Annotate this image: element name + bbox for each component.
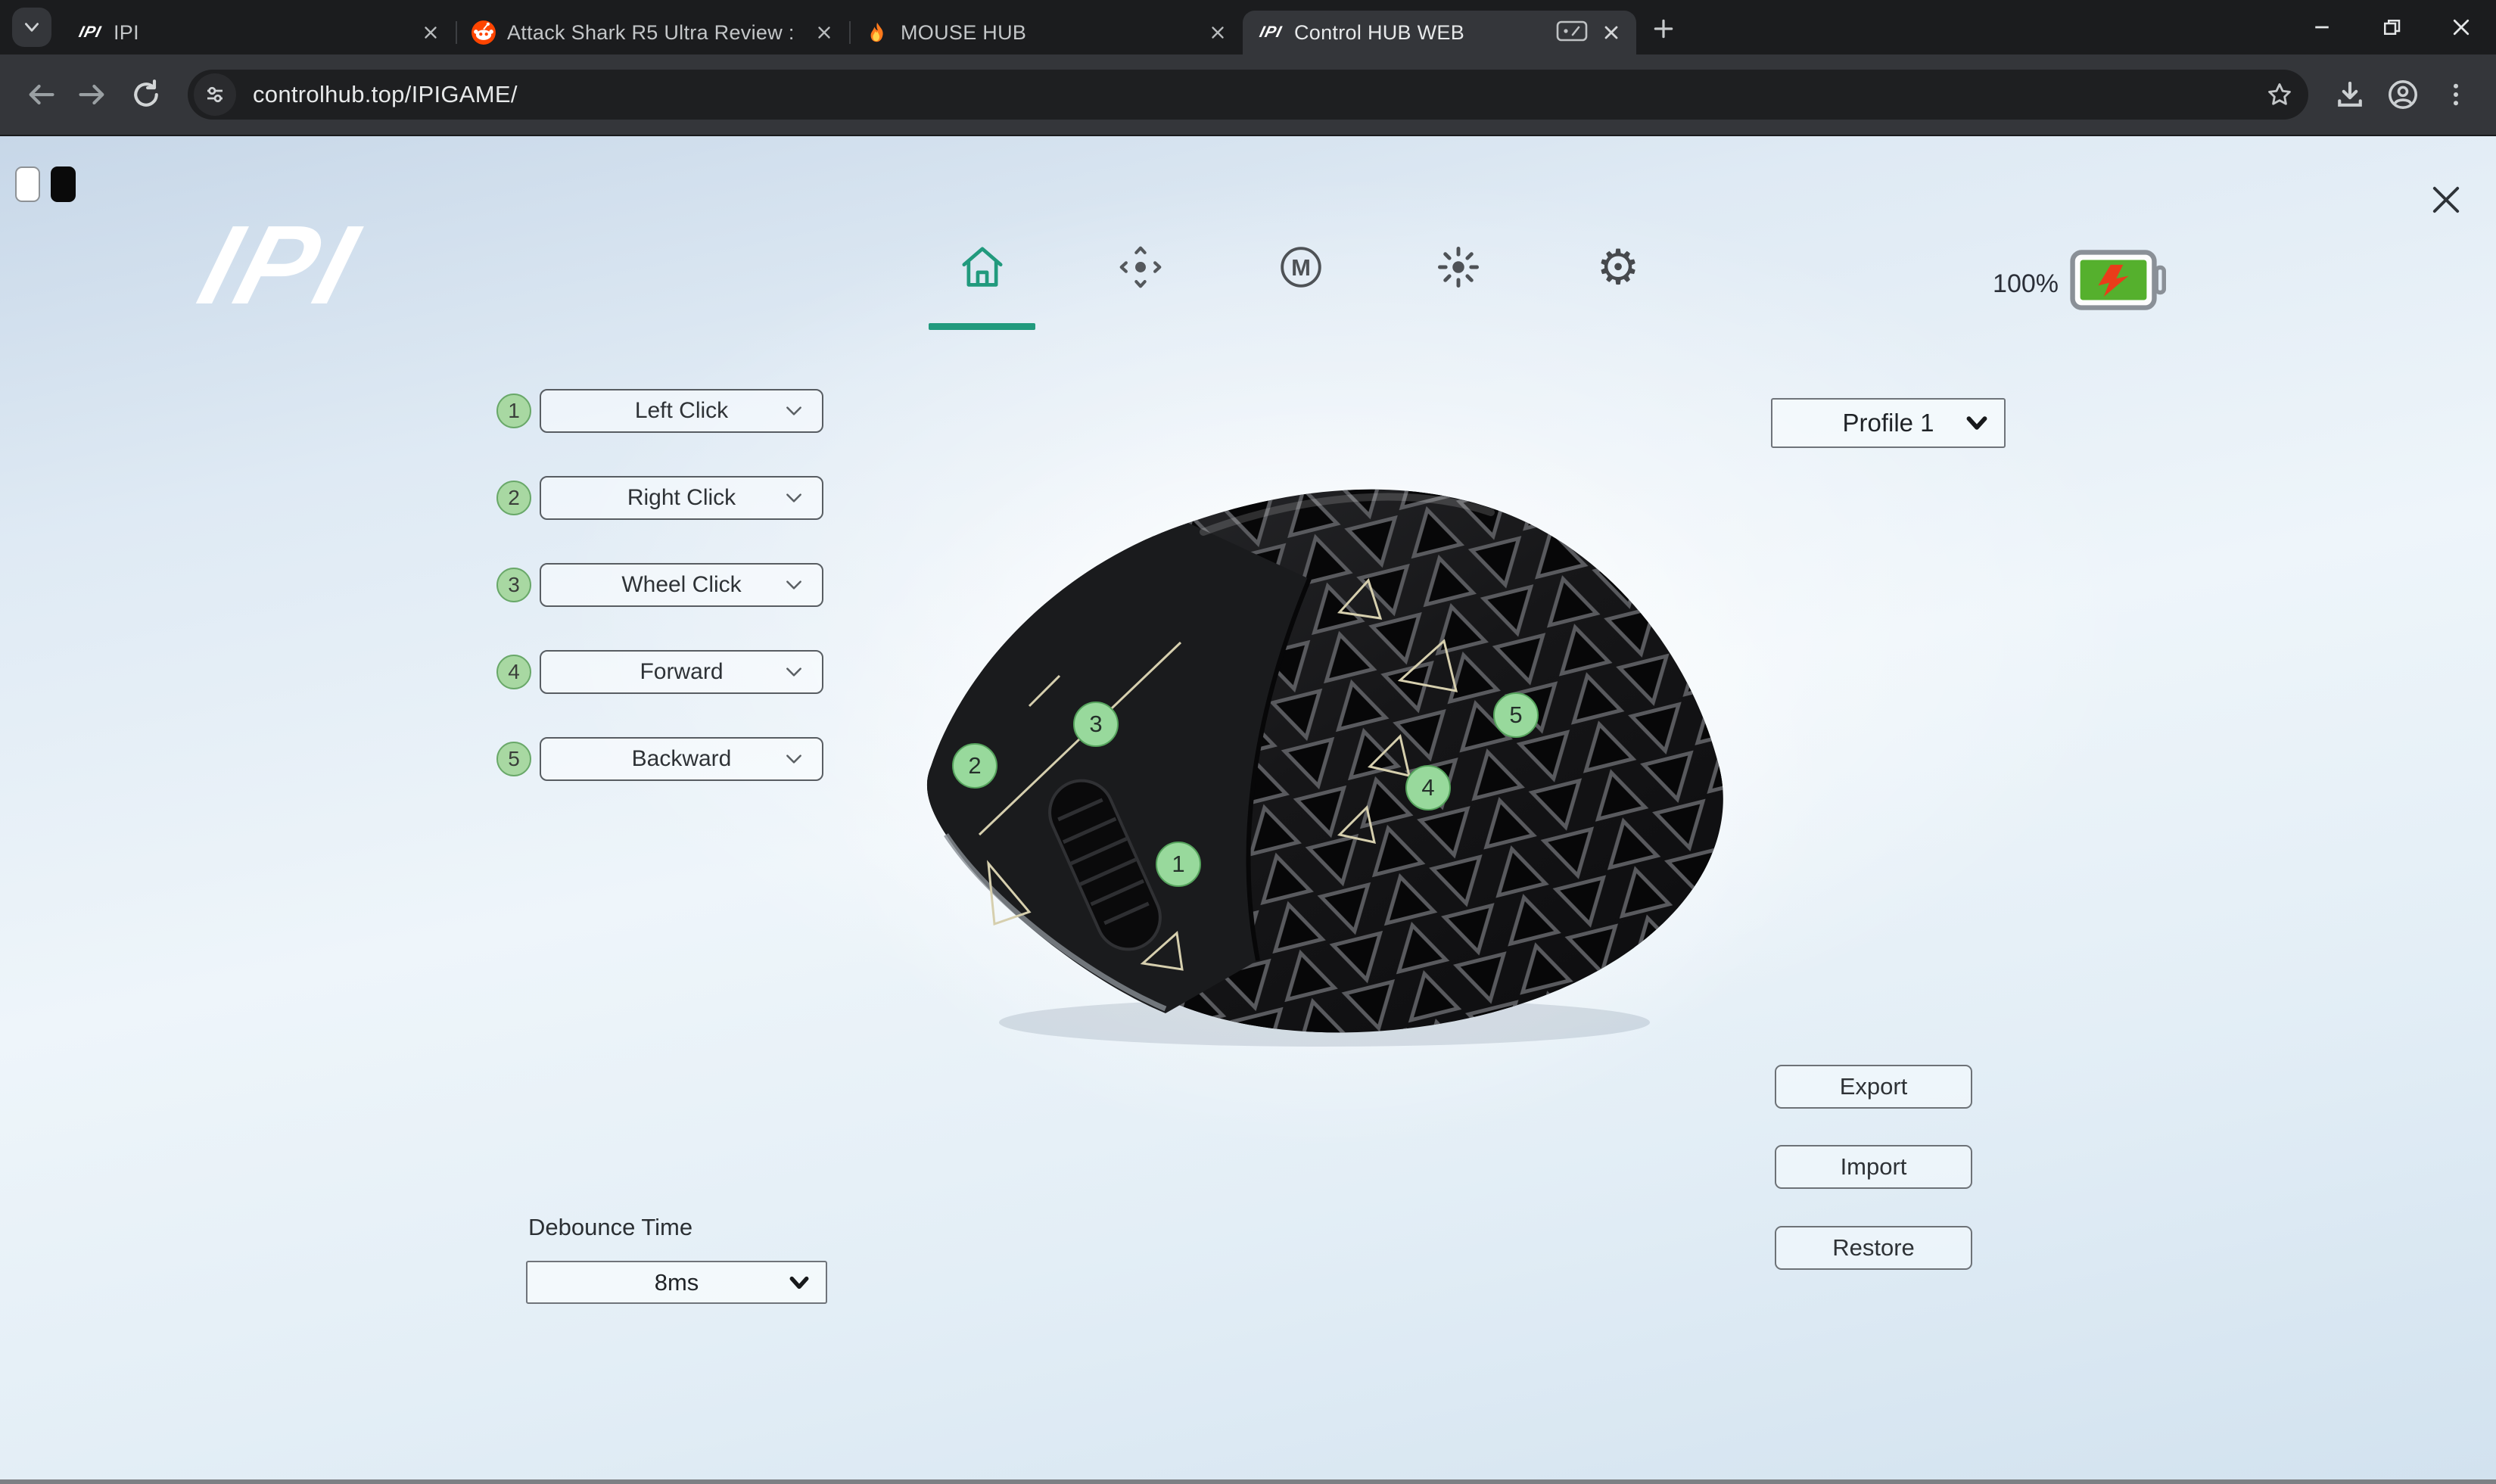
mouse-marker-3: 3 [1073, 702, 1119, 747]
page-close-button[interactable] [2425, 179, 2467, 221]
forward-button[interactable] [70, 71, 117, 118]
close-icon[interactable] [1205, 20, 1231, 45]
mouse-marker-5: 5 [1493, 692, 1539, 738]
settings-gear-icon: ⚙ [1596, 243, 1639, 291]
browser-toolbar: controlhub.top/IPIGAME/ [0, 54, 2496, 135]
binding-select-5[interactable]: Backward [540, 737, 823, 781]
nav-active-underline [929, 323, 1035, 330]
chevron-down-icon [22, 17, 42, 37]
chevron-down-icon [784, 664, 804, 680]
tab-title: IPI [114, 21, 407, 45]
nav-lighting-tab[interactable] [1432, 241, 1485, 294]
home-icon [957, 242, 1007, 292]
nav-dpi-tab[interactable] [1114, 241, 1167, 294]
profile-avatar-icon[interactable] [2379, 71, 2426, 118]
minimize-button[interactable] [2287, 0, 2357, 54]
ipi-logo-icon: IPI [74, 20, 106, 45]
binding-select-4[interactable]: Forward [540, 650, 823, 694]
svg-text:M: M [1291, 254, 1311, 281]
chevron-down-icon [784, 403, 804, 418]
window-controls [2287, 0, 2496, 54]
dpi-pointer-icon [1117, 244, 1164, 291]
export-button[interactable]: Export [1775, 1065, 1972, 1109]
back-button[interactable] [17, 71, 64, 118]
url-text[interactable]: controlhub.top/IPIGAME/ [253, 81, 2258, 108]
tab-mouse-hub[interactable]: MOUSE HUB [849, 11, 1243, 54]
battery-percent: 100% [1922, 269, 2059, 299]
chevron-down-icon [784, 490, 804, 506]
lighting-sun-icon [1435, 244, 1482, 291]
macro-m-icon: M [1278, 244, 1324, 291]
address-bar[interactable]: controlhub.top/IPIGAME/ [188, 70, 2308, 120]
binding-badge-2: 2 [496, 481, 531, 515]
nav-home-tab[interactable] [956, 241, 1009, 294]
tab-title: Control HUB WEB [1294, 21, 1545, 45]
import-button[interactable]: Import [1775, 1145, 1972, 1189]
browser-menu-button[interactable] [2432, 71, 2479, 118]
site-settings-icon[interactable] [194, 73, 236, 116]
downloads-button[interactable] [2326, 71, 2373, 118]
binding-value: Right Click [627, 485, 736, 511]
binding-badge-3: 3 [496, 568, 531, 602]
flame-icon [864, 20, 890, 45]
binding-select-3[interactable]: Wheel Click [540, 563, 823, 607]
binding-value: Wheel Click [621, 572, 741, 598]
binding-select-2[interactable]: Right Click [540, 476, 823, 520]
controlhub-page: IPI M [0, 135, 2496, 1479]
color-swatch-white[interactable] [15, 166, 40, 202]
close-icon[interactable] [1598, 20, 1624, 45]
tab-ipi[interactable]: IPI IPI [62, 11, 456, 54]
binding-badge-4: 4 [496, 655, 531, 689]
mouse-marker-2: 2 [952, 743, 997, 789]
chevron-down-icon [1966, 415, 1987, 431]
battery-charging-icon [2069, 247, 2166, 317]
binding-value: Backward [632, 746, 732, 772]
restore-window-button[interactable] [2357, 0, 2426, 54]
mouse-marker-4: 4 [1405, 765, 1451, 810]
close-window-button[interactable] [2426, 0, 2496, 54]
binding-badge-5: 5 [496, 742, 531, 776]
profile-value: Profile 1 [1842, 409, 1934, 437]
ipi-logo-icon: IPI [1255, 20, 1287, 45]
ipi-logo: IPI [120, 209, 440, 322]
binding-select-1[interactable]: Left Click [540, 389, 823, 433]
tab-title: Attack Shark R5 Ultra Review : r [507, 21, 801, 45]
close-icon[interactable] [811, 20, 837, 45]
tab-search-button[interactable] [12, 8, 51, 47]
chevron-down-icon [784, 751, 804, 767]
tab-title: MOUSE HUB [901, 21, 1194, 45]
restore-button[interactable]: Restore [1775, 1226, 1972, 1270]
nav-settings-tab[interactable]: ⚙ [1592, 241, 1645, 294]
close-icon[interactable] [418, 20, 443, 45]
mouse-image [916, 479, 1735, 1053]
reddit-icon [471, 20, 496, 45]
nav-macro-tab[interactable]: M [1274, 241, 1327, 294]
chevron-down-icon [784, 577, 804, 593]
tab-media-indicator-icon [1556, 20, 1588, 46]
binding-value: Forward [640, 659, 723, 685]
debounce-time-label: Debounce Time [528, 1214, 692, 1241]
binding-value: Left Click [635, 398, 728, 424]
tab-control-hub-web[interactable]: IPI Control HUB WEB [1243, 11, 1636, 54]
color-swatch-black[interactable] [51, 166, 76, 202]
mouse-marker-1: 1 [1156, 842, 1201, 887]
window-bottom-edge [0, 1479, 2496, 1484]
close-icon [2426, 180, 2466, 219]
binding-badge-1: 1 [496, 394, 531, 428]
tab-bar: IPI IPI Attack Shark R5 Ultra Review : r [0, 0, 2496, 54]
bookmark-star-icon[interactable] [2258, 73, 2301, 116]
tab-attack-shark-review[interactable]: Attack Shark R5 Ultra Review : r [456, 11, 849, 54]
new-tab-button[interactable] [1644, 9, 1683, 48]
chevron-down-icon [789, 1275, 809, 1290]
debounce-value: 8ms [655, 1269, 699, 1296]
reload-button[interactable] [123, 71, 170, 118]
debounce-select[interactable]: 8ms [526, 1261, 827, 1304]
